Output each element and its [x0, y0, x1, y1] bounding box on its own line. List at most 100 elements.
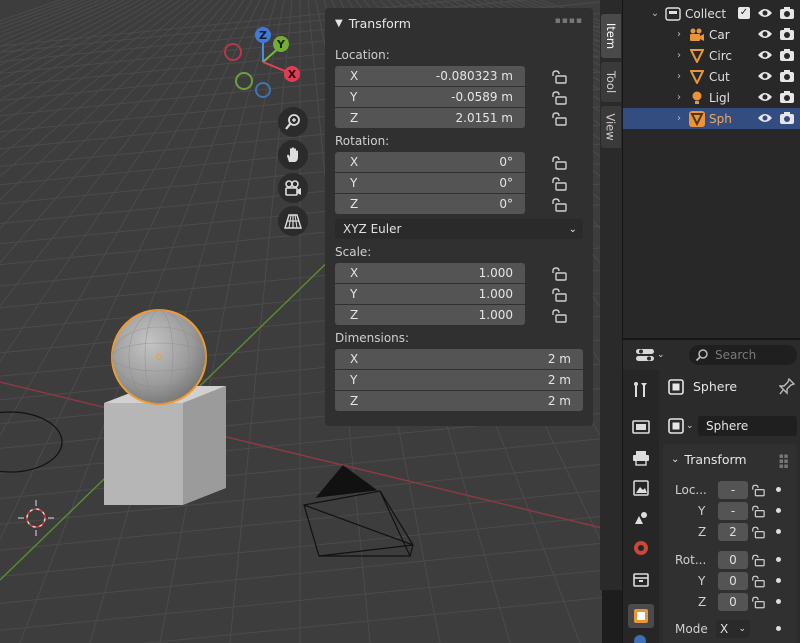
rotation-y-field[interactable]: Y 0°: [335, 173, 525, 193]
tab-object[interactable]: [628, 604, 654, 628]
scale-y-field[interactable]: Y 1.000: [335, 284, 525, 304]
rotation-x-field[interactable]: X 0°: [335, 152, 525, 172]
keyframe-dot-icon[interactable]: [776, 529, 781, 534]
pin-icon[interactable]: [779, 378, 795, 396]
keyframe-dot-icon[interactable]: [776, 626, 781, 631]
location-y-field[interactable]: -: [718, 502, 748, 520]
object-name-field[interactable]: Sphere: [698, 416, 797, 436]
location-x-field[interactable]: X -0.080323 m: [335, 66, 525, 86]
drag-grip-icon[interactable]: ▪▪ ▪▪ ▪▪: [779, 453, 789, 470]
dimensions-y-field[interactable]: Y2 m: [335, 370, 583, 390]
perspective-toggle-button[interactable]: [278, 206, 308, 236]
pan-button[interactable]: [278, 140, 308, 170]
3d-cursor: [18, 500, 54, 536]
tab-tool-settings[interactable]: [628, 378, 654, 402]
keyframe-dot-icon[interactable]: [776, 557, 781, 562]
render-camera-icon[interactable]: [779, 27, 795, 41]
eye-icon[interactable]: [757, 48, 773, 62]
scale-z-field[interactable]: Z 1.000: [335, 305, 525, 325]
chevron-right-icon[interactable]: ›: [673, 71, 685, 82]
lock-location-x-icon[interactable]: [751, 484, 765, 497]
tab-collection[interactable]: [628, 568, 654, 592]
mesh-icon: [689, 110, 705, 127]
tab-view[interactable]: View: [601, 106, 621, 148]
chevron-down-icon[interactable]: ⌄: [649, 8, 661, 19]
lock-location-x-icon[interactable]: [551, 70, 567, 84]
render-camera-icon[interactable]: [779, 111, 795, 125]
zoom-button[interactable]: [278, 107, 308, 137]
camera-view-button[interactable]: [278, 173, 308, 203]
properties-search-input[interactable]: Search: [689, 345, 797, 365]
tab-tool[interactable]: Tool: [601, 62, 621, 102]
location-z-field[interactable]: Z 2.0151 m: [335, 108, 525, 128]
eye-icon[interactable]: [757, 6, 773, 20]
lock-rotation-z-icon[interactable]: [751, 596, 765, 609]
rotation-z-field[interactable]: 0: [718, 593, 748, 611]
lock-location-y-icon[interactable]: [751, 505, 765, 518]
rotation-y-field[interactable]: 0: [718, 572, 748, 590]
3d-viewport[interactable]: Z Y X ▼ Transform ▪▪▪▪ Location: X -0.08…: [0, 0, 602, 643]
outliner-row-circle[interactable]: › Circ: [623, 45, 800, 66]
chevron-right-icon[interactable]: ›: [673, 113, 685, 124]
outliner-row-sphere[interactable]: › Sph: [623, 108, 800, 129]
tab-scene[interactable]: [628, 506, 654, 530]
outliner-row-light[interactable]: › Ligl: [623, 87, 800, 108]
tab-render[interactable]: [628, 415, 654, 439]
tab-view-layer[interactable]: [628, 476, 654, 500]
lock-location-z-icon[interactable]: [551, 112, 567, 126]
tab-output[interactable]: [628, 446, 654, 470]
render-camera-icon[interactable]: [779, 6, 795, 20]
rotation-mode-dropdown[interactable]: X ⌄: [716, 620, 750, 638]
tab-item[interactable]: Item: [601, 14, 621, 58]
rotation-y-label: Y: [698, 574, 706, 588]
navigation-gizmo[interactable]: Z Y X: [218, 22, 308, 107]
tab-world[interactable]: [628, 536, 654, 560]
image-icon: [633, 480, 649, 496]
keyframe-dot-icon[interactable]: [776, 487, 781, 492]
keyframe-dot-icon[interactable]: [776, 508, 781, 513]
lock-rotation-y-icon[interactable]: [751, 575, 765, 588]
include-checkbox[interactable]: ✓: [738, 7, 750, 19]
editor-type-dropdown[interactable]: ⌄: [635, 345, 667, 365]
outliner-row-camera[interactable]: › Car: [623, 24, 800, 45]
location-y-field[interactable]: Y -0.0589 m: [335, 87, 525, 107]
lock-rotation-x-icon[interactable]: [751, 554, 765, 567]
lock-scale-y-icon[interactable]: [551, 288, 567, 302]
outliner-row-cube[interactable]: › Cut: [623, 66, 800, 87]
rotation-z-field[interactable]: Z 0°: [335, 194, 525, 214]
drag-grip-icon[interactable]: ▪▪▪▪: [555, 16, 583, 26]
lock-rotation-y-icon[interactable]: [551, 177, 567, 191]
transform-panel-header[interactable]: ▼ Transform ▪▪▪▪: [325, 8, 593, 38]
eye-icon[interactable]: [757, 27, 773, 41]
neg-y-handle: [235, 72, 253, 90]
eye-icon[interactable]: [757, 111, 773, 125]
dimensions-x-field[interactable]: X2 m: [335, 349, 583, 369]
chevron-right-icon[interactable]: ›: [673, 92, 685, 103]
location-z-field[interactable]: 2: [718, 523, 748, 541]
lock-rotation-x-icon[interactable]: [551, 156, 567, 170]
lock-location-y-icon[interactable]: [551, 91, 567, 105]
chevron-right-icon[interactable]: ›: [673, 29, 685, 40]
keyframe-dot-icon[interactable]: [776, 599, 781, 604]
object-transform-header[interactable]: ⌄ Transform: [671, 452, 747, 467]
lock-location-z-icon[interactable]: [751, 526, 765, 539]
location-x-field[interactable]: -: [718, 481, 748, 499]
scale-x-field[interactable]: X 1.000: [335, 263, 525, 283]
object-datablock-dropdown[interactable]: ⌄: [667, 416, 697, 436]
keyframe-dot-icon[interactable]: [776, 578, 781, 583]
tab-modifiers[interactable]: [631, 632, 651, 643]
lock-scale-x-icon[interactable]: [551, 267, 567, 281]
rotation-mode-dropdown[interactable]: XYZ Euler ⌄: [335, 219, 583, 239]
render-camera-icon[interactable]: [779, 69, 795, 83]
eye-icon[interactable]: [757, 69, 773, 83]
lock-rotation-z-icon[interactable]: [551, 198, 567, 212]
render-camera-icon[interactable]: [779, 90, 795, 104]
lock-scale-z-icon[interactable]: [551, 309, 567, 323]
rotation-x-field[interactable]: 0: [718, 551, 748, 569]
eye-icon[interactable]: [757, 90, 773, 104]
render-camera-icon[interactable]: [779, 48, 795, 62]
outliner-row-collection[interactable]: ⌄ Collect ✓: [623, 3, 800, 24]
dimensions-z-field[interactable]: Z2 m: [335, 391, 583, 411]
sphere-object: [111, 309, 207, 405]
chevron-right-icon[interactable]: ›: [673, 50, 685, 61]
